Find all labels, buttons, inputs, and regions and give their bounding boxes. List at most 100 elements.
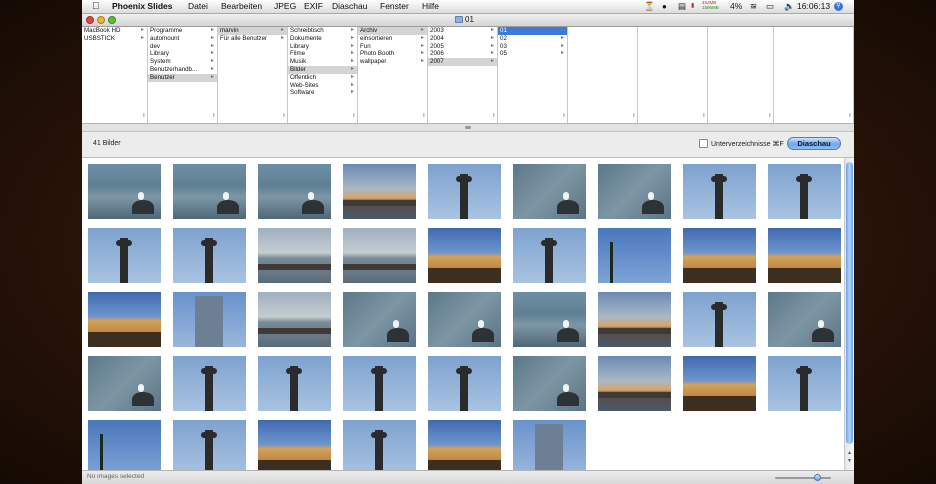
scrollbar-thumb[interactable] (846, 162, 853, 444)
browser-column[interactable]: ⦀ (774, 27, 854, 123)
browser-column[interactable]: marvinFür alle Benutzer ⦀ (218, 27, 288, 123)
photo-thumbnail[interactable] (173, 164, 246, 219)
browser-item[interactable]: MacBook HD (82, 27, 147, 35)
browser-item[interactable]: marvin (218, 27, 287, 35)
clipboard-icon[interactable]: ▤ (678, 0, 686, 13)
menu-clock[interactable]: 16:06:13 (797, 0, 830, 13)
column-resize-icon[interactable]: ⦀ (633, 113, 635, 121)
column-resize-icon[interactable]: ⦀ (849, 113, 851, 121)
menu-diaschau[interactable]: Diaschau (332, 0, 367, 13)
photo-thumbnail[interactable] (428, 228, 501, 283)
photo-thumbnail[interactable] (258, 164, 331, 219)
browser-column[interactable]: SchreibtischDokumenteLibraryFilmeMusikBi… (288, 27, 358, 123)
browser-item[interactable]: Photo Booth (358, 50, 427, 58)
subdirectories-checkbox[interactable] (699, 139, 708, 148)
menu-hilfe[interactable]: Hilfe (422, 0, 439, 13)
browser-column[interactable]: ⦀ (708, 27, 774, 123)
photo-thumbnail[interactable] (513, 228, 586, 283)
column-resize-icon[interactable]: ⦀ (703, 113, 705, 121)
photo-thumbnail[interactable] (683, 292, 756, 347)
vertical-scrollbar[interactable]: ▲ ▼ (844, 158, 854, 470)
photo-thumbnail[interactable] (598, 356, 671, 411)
photo-thumbnail[interactable] (768, 228, 841, 283)
browser-column[interactable]: ⦀ (638, 27, 708, 123)
photo-thumbnail[interactable] (343, 292, 416, 347)
photo-thumbnail[interactable] (598, 164, 671, 219)
photo-thumbnail[interactable] (88, 356, 161, 411)
browser-item[interactable]: einsortieren (358, 35, 427, 43)
photo-thumbnail[interactable] (683, 356, 756, 411)
menu-datei[interactable]: Datei (188, 0, 208, 13)
photo-thumbnail[interactable] (513, 164, 586, 219)
browser-item[interactable]: Benutzerhandb... (148, 66, 217, 74)
browser-column[interactable]: ArchiveinsortierenFunPhoto Boothwallpape… (358, 27, 428, 123)
photo-thumbnail[interactable] (258, 228, 331, 283)
browser-item[interactable]: Schreibtisch (288, 27, 357, 35)
display-icon[interactable]: ▭ (766, 0, 774, 13)
slideshow-button[interactable]: Diaschau (787, 137, 841, 150)
photo-thumbnail[interactable] (88, 292, 161, 347)
zoom-window-button[interactable] (108, 16, 116, 24)
browser-item[interactable]: automount (148, 35, 217, 43)
wifi-icon[interactable]: ≊ (750, 0, 757, 13)
browser-column[interactable]: 20032004200520062007 ⦀ (428, 27, 498, 123)
column-resize-icon[interactable]: ⦀ (769, 113, 771, 121)
photo-thumbnail[interactable] (768, 292, 841, 347)
photo-thumbnail[interactable] (173, 292, 246, 347)
photo-thumbnail[interactable] (258, 356, 331, 411)
photo-thumbnail[interactable] (598, 292, 671, 347)
photo-thumbnail[interactable] (173, 356, 246, 411)
splitter[interactable] (82, 124, 854, 132)
photo-thumbnail[interactable] (428, 292, 501, 347)
photo-thumbnail[interactable] (343, 356, 416, 411)
browser-item[interactable]: Musik (288, 58, 357, 66)
browser-item[interactable]: USBSTICK (82, 35, 147, 43)
browser-item[interactable]: Fun (358, 43, 427, 51)
photo-thumbnail[interactable] (258, 420, 331, 475)
browser-item[interactable]: 01 (498, 27, 567, 35)
browser-item[interactable]: Benutzer (148, 73, 217, 82)
menu-bearbeiten[interactable]: Bearbeiten (221, 0, 262, 13)
photo-thumbnail[interactable] (428, 356, 501, 411)
browser-column[interactable]: 01020305 ⦀ (498, 27, 568, 123)
browser-item[interactable]: 2004 (428, 35, 497, 43)
menu-app-name[interactable]: Phoenix Slides (112, 0, 172, 13)
column-resize-icon[interactable]: ⦀ (563, 113, 565, 121)
photo-thumbnail[interactable] (173, 228, 246, 283)
column-resize-icon[interactable]: ⦀ (213, 113, 215, 121)
photo-thumbnail[interactable] (683, 228, 756, 283)
slider-knob[interactable] (814, 474, 821, 481)
subdirectories-toggle[interactable]: Unterverzeichnisse ⌘F (699, 139, 784, 148)
photo-thumbnail[interactable] (343, 420, 416, 475)
browser-item[interactable]: 2005 (428, 43, 497, 51)
lock-icon[interactable]: ● (662, 0, 667, 13)
photo-thumbnail[interactable] (768, 164, 841, 219)
column-resize-icon[interactable]: ⦀ (283, 113, 285, 121)
browser-item[interactable]: 05 (498, 50, 567, 58)
menu-jpeg[interactable]: JPEG (274, 0, 296, 13)
browser-column[interactable]: ⦀ (568, 27, 638, 123)
photo-thumbnail[interactable] (88, 164, 161, 219)
apple-icon[interactable]:  (92, 0, 100, 13)
photo-thumbnail[interactable] (513, 356, 586, 411)
column-resize-icon[interactable]: ⦀ (353, 113, 355, 121)
browser-item[interactable]: 2003 (428, 27, 497, 35)
browser-item[interactable]: 2007 (428, 58, 497, 66)
spotlight-icon[interactable]: ⚲ (834, 2, 843, 11)
browser-item[interactable]: Library (148, 50, 217, 58)
browser-item[interactable]: Für alle Benutzer (218, 35, 287, 43)
menu-exif[interactable]: EXIF (304, 0, 323, 13)
browser-item[interactable]: 2006 (428, 50, 497, 58)
photo-thumbnail[interactable] (343, 164, 416, 219)
close-window-button[interactable] (86, 16, 94, 24)
browser-item[interactable]: dev (148, 43, 217, 51)
browser-item[interactable]: Library (288, 43, 357, 51)
browser-item[interactable]: Archiv (358, 27, 427, 35)
volume-icon[interactable]: 🔈 (784, 0, 795, 13)
photo-thumbnail[interactable] (88, 420, 161, 475)
browser-item[interactable]: Filme (288, 50, 357, 58)
browser-column[interactable]: ProgrammeautomountdevLibrarySystemBenutz… (148, 27, 218, 123)
photo-thumbnail[interactable] (173, 420, 246, 475)
browser-item[interactable]: Dokumente (288, 35, 357, 43)
scroll-down-arrow[interactable]: ▼ (846, 458, 853, 464)
